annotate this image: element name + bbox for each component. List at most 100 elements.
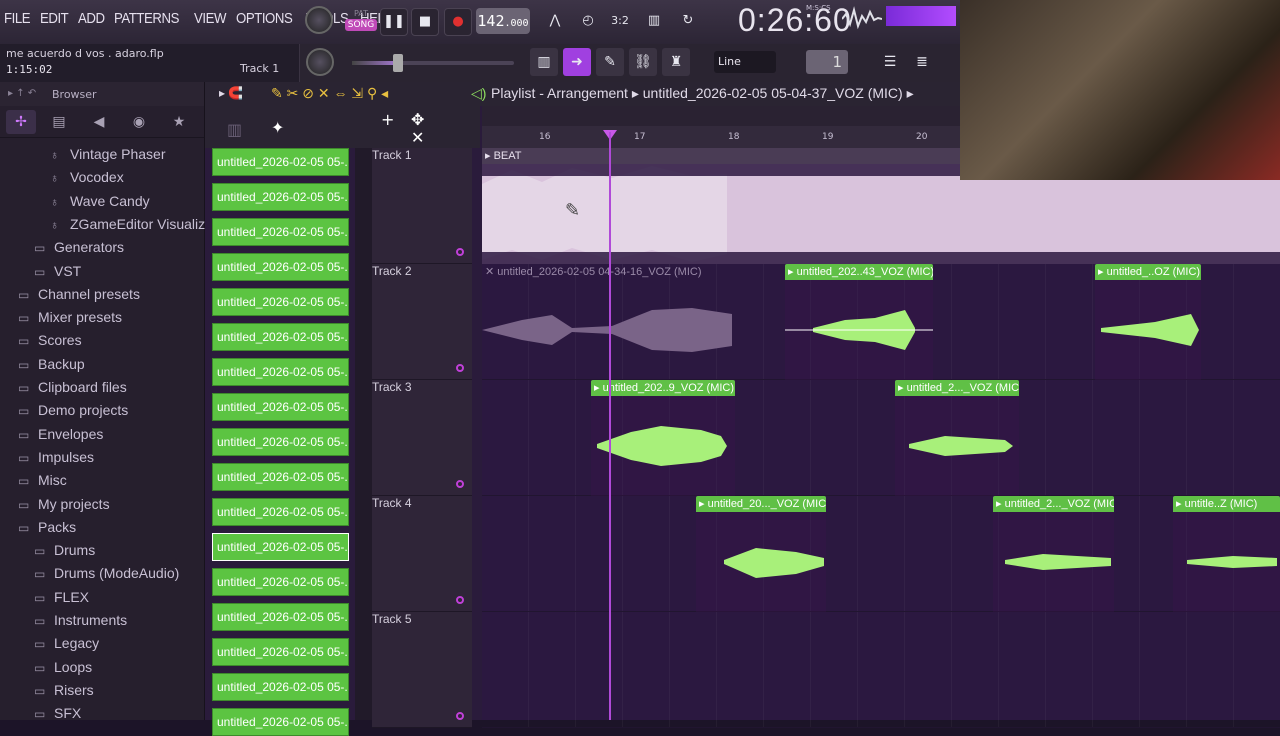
browser-item[interactable]: ▭ Misc [18,472,67,488]
browser-item[interactable]: ▭ Drums (ModeAudio) [34,565,179,581]
browser-item[interactable]: ▭ Scores [18,332,82,348]
menu-options[interactable]: OPTIONS [236,10,293,27]
select-all-icon[interactable]: ✦ [271,118,284,137]
tab-all-icon[interactable]: ✢ [6,110,36,134]
time-display[interactable]: 0:26:60 [738,2,852,39]
countdown-button[interactable]: 3:2 [606,8,634,36]
browser-item[interactable]: ▭ Clipboard files [18,379,127,395]
wait-record-button[interactable]: ◴ [574,8,602,36]
clip-list-item[interactable]: untitled_2026-02-05 05-... [212,463,349,491]
menu-edit[interactable]: EDIT [40,10,69,27]
audio-clip[interactable]: ▸ untitled_202..43_VOZ (MIC) [785,264,933,380]
track-header[interactable]: Track 1 [372,148,472,264]
browser-item[interactable]: ▭ Generators [34,239,124,255]
browser-item[interactable]: ▭ Legacy [34,635,99,651]
stop-button[interactable]: ■ [411,8,439,36]
clip-list-item[interactable]: untitled_2026-02-05 05-... [212,498,349,526]
master-volume-slider[interactable] [352,54,514,72]
pattern-view-button[interactable]: ≣ [908,48,936,76]
browser-item[interactable]: ▭ Demo projects [18,402,128,418]
track-enable-toggle[interactable] [456,596,464,604]
tab-favorites-icon[interactable]: ★ [164,110,194,134]
playlist-button[interactable]: ➜ [563,48,591,76]
browser-item[interactable]: ▭ Impulses [18,449,94,465]
clip-list-item[interactable]: untitled_2026-02-05 05-... [212,638,349,666]
browser-item[interactable]: ▭ My projects [18,496,110,512]
browser-item[interactable]: ▭ Mixer presets [18,309,122,325]
clip-list-item[interactable]: untitled_2026-02-05 05-... [212,183,349,211]
record-button[interactable]: ● [444,8,472,36]
browser-item[interactable]: ▭ Risers [34,682,94,698]
link-button[interactable]: ⛓ [629,48,657,76]
pause-button[interactable]: ❚❚ [380,8,408,36]
piano-roll-button[interactable]: ▥ [530,48,558,76]
track-header[interactable]: Track 2 [372,264,472,380]
menu-file[interactable]: FILE [4,10,31,27]
menu-view[interactable]: VIEW [194,10,226,27]
channel-rack-button[interactable]: ✎ [596,48,624,76]
menu-add[interactable]: ADD [78,10,105,27]
snap-mode-select[interactable]: Line [714,51,776,73]
track-enable-toggle[interactable] [456,712,464,720]
browser-item[interactable]: ▭ Loops [34,659,92,675]
remove-icon[interactable]: ✕ [411,128,424,147]
clip-list-item[interactable]: untitled_2026-02-05 05-... [212,673,349,701]
clip-list-item[interactable]: untitled_2026-02-05 05-... [212,218,349,246]
playhead-line[interactable] [609,132,611,720]
clip-list-item[interactable]: untitled_2026-02-05 05-... [212,708,349,736]
track-header[interactable]: Track 5 [372,612,472,728]
clip-list-item[interactable]: untitled_2026-02-05 05-... [212,148,349,176]
track-enable-toggle[interactable] [456,364,464,372]
pat-song-toggle[interactable]: PAT SONG [345,8,377,36]
audio-clip[interactable]: ▸ untitled_20..._VOZ (MIC) [696,496,826,612]
audio-clip[interactable]: ▸ untitle..Z (MIC) [1173,496,1280,612]
tempo-display[interactable]: 142.000 [476,8,530,34]
titlebar-icons[interactable]: ▸ 🧲 [219,86,243,100]
clip-list-item[interactable]: untitled_2026-02-05 05-... [212,393,349,421]
clip-list-item[interactable]: untitled_2026-02-05 05-... [212,533,349,561]
tab-world-icon[interactable]: ◉ [124,110,154,134]
browser-item[interactable]: ♁ Vintage Phaser [50,146,165,162]
audio-clip[interactable]: ✕ untitled_2026-02-05 04-34-16_VOZ (MIC) [482,264,734,380]
step-edit-button[interactable]: ▥ [640,8,668,36]
clip-list-item[interactable]: untitled_2026-02-05 05-... [212,253,349,281]
collapse-icon[interactable]: ▸ ↑ ↶ [8,88,36,99]
browser-item[interactable]: ▭ Drums [34,542,95,558]
browser-item[interactable]: ▭ Envelopes [18,426,103,442]
master-pitch-knob[interactable] [305,6,333,34]
splitter[interactable] [355,148,372,720]
pattern-name[interactable]: untitled_2026-02-05 05-04-37_VOZ (MIC) [643,85,903,101]
timeline-ruler[interactable]: 16 17 18 19 20 [482,106,960,148]
mixer-button[interactable]: ♜ [662,48,690,76]
tab-plugin-icon[interactable]: ◀ [84,110,114,134]
track-enable-toggle[interactable] [456,248,464,256]
clip-list-item[interactable]: untitled_2026-02-05 05-... [212,358,349,386]
play-pattern-icon[interactable]: ◁) [471,85,486,102]
tools-icons[interactable]: ✎ ✂ ⊘ ✕ ⇔ ⇲ ⚲ ◂ [271,85,388,102]
track-enable-toggle[interactable] [456,480,464,488]
browser-item[interactable]: ▭ VST [34,263,81,279]
track-header[interactable]: Track 4 [372,496,472,612]
track-lane[interactable] [482,496,1280,612]
clip-list-item[interactable]: untitled_2026-02-05 05-... [212,428,349,456]
clip-list-item[interactable]: untitled_2026-02-05 05-... [212,603,349,631]
playlist-lanes[interactable]: ▸ BEAT ✕ untitled_2026-02-05 04-34-16_VO… [482,148,1280,728]
mixer-view-button[interactable]: ☰ [876,48,904,76]
browser-item[interactable]: ♁ ZGameEditor Visualizer [50,216,218,232]
browser-item[interactable]: ▭ SFX [34,705,81,721]
browser-item[interactable]: ▭ Packs [18,519,76,535]
grid-icon[interactable]: ▥ [227,120,242,139]
clip-list-item[interactable]: untitled_2026-02-05 05-... [212,568,349,596]
snap-icon[interactable]: ✥ [411,110,424,129]
track-lane[interactable] [482,612,1280,728]
audio-clip[interactable]: ▸ untitled_2..._VOZ (MIC) [895,380,1019,496]
track-header[interactable]: Track 3 [372,380,472,496]
browser-item[interactable]: ▭ Backup [18,356,85,372]
clip-list-item[interactable]: untitled_2026-02-05 05-... [212,323,349,351]
browser-item[interactable]: ♁ Vocodex [50,169,124,185]
audio-clip[interactable]: ▸ untitled_2..._VOZ (MIC) [993,496,1114,612]
add-track-icon[interactable]: + [381,110,394,129]
clip-list-item[interactable]: untitled_2026-02-05 05-... [212,288,349,316]
metronome-button[interactable]: ⋀ [541,8,569,36]
master-volume-knob[interactable] [306,48,334,76]
